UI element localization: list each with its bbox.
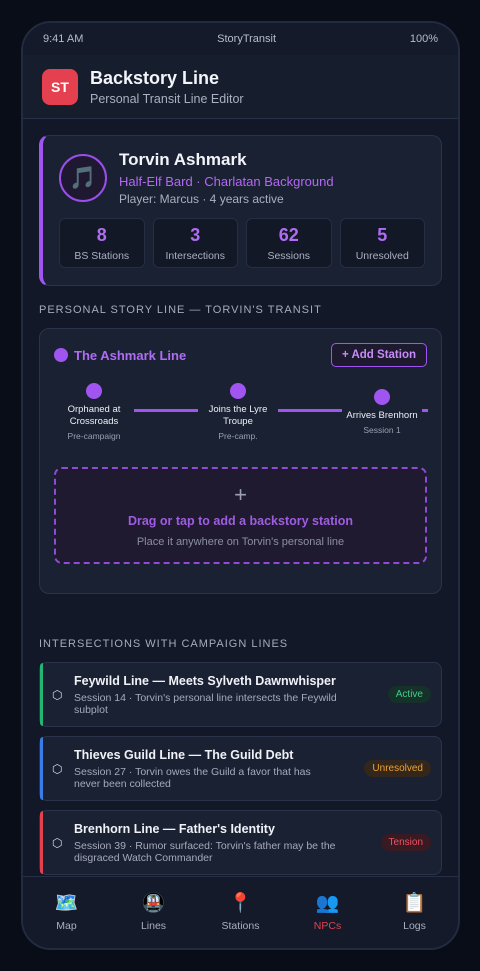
station-name-line2: Troupe — [223, 416, 253, 427]
music-note-icon: 🎵 — [59, 154, 107, 202]
stat-bs-stations: 8 BS Stations — [59, 218, 145, 268]
intersection-item[interactable]: ⬡ Brenhorn Line — Father's Identity Sess… — [39, 810, 442, 875]
character-card[interactable]: 🎵 Torvin Ashmark Half-Elf Bard · Charlat… — [39, 135, 442, 286]
intersection-accent — [40, 737, 43, 800]
stat-value: 62 — [278, 224, 299, 245]
stat-unresolved: 5 Unresolved — [339, 218, 425, 268]
tab-label: Map — [56, 919, 77, 932]
tab-label: Stations — [221, 919, 260, 932]
tab-lines[interactable]: 🚇 Lines — [110, 877, 197, 948]
status-badge: Tension — [380, 834, 431, 851]
character-stats: 8 BS Stations 3 Intersections 62 Session… — [59, 218, 425, 268]
status-app-name: StoryTransit — [217, 33, 277, 45]
hexagon-icon: ⬡ — [52, 761, 63, 776]
station-time: Pre-campaign — [67, 431, 121, 441]
status-bar: 9:41 AM StoryTransit 100% — [23, 23, 458, 55]
intersections-list: ⬡ Feywild Line — Meets Sylveth Dawnwhisp… — [39, 662, 442, 875]
status-battery: 100% — [409, 33, 438, 45]
station-dot-icon — [86, 383, 102, 399]
station-name: Arrives Brenhorn — [346, 410, 418, 421]
stat-value: 5 — [377, 224, 388, 245]
hexagon-icon: ⬡ — [52, 835, 63, 850]
hexagon-icon: ⬡ — [52, 687, 63, 702]
station-stop[interactable]: Arrives Brenhorn Session 1 — [332, 389, 432, 435]
line-title: The Ashmark Line — [54, 348, 186, 363]
stat-value: 3 — [190, 224, 201, 245]
tab-stations[interactable]: 📍 Stations — [197, 877, 284, 948]
clipboard-icon: 📋 — [402, 892, 427, 914]
status-time: 9:41 AM — [43, 33, 84, 45]
page-subtitle: Personal Transit Line Editor — [90, 91, 244, 106]
people-icon: 👥 — [315, 892, 340, 914]
dropzone-title: Drag or tap to add a backstory station — [127, 513, 354, 528]
tab-label: NPCs — [313, 919, 342, 932]
intersection-desc-line2: disgraced Watch Commander — [74, 851, 213, 864]
intersection-desc: Session 27 · Torvin owes the Guild a fav… — [74, 765, 311, 778]
station-name-line2: Crossroads — [69, 416, 119, 427]
section-label-personal-line: PERSONAL STORY LINE — TORVIN'S TRANSIT — [39, 304, 322, 316]
station-name: Orphaned at — [67, 404, 121, 415]
stat-intersections: 3 Intersections — [152, 218, 238, 268]
intersection-title: Thieves Guild Line — The Guild Debt — [74, 747, 294, 762]
character-name: Torvin Ashmark — [119, 150, 247, 169]
status-badge: Unresolved — [364, 760, 431, 777]
station-stop[interactable]: Joins the Lyre Troupe Pre-camp. — [188, 383, 288, 441]
section-label-intersections: INTERSECTIONS WITH CAMPAIGN LINES — [39, 638, 289, 650]
pin-icon: 📍 — [228, 892, 253, 914]
tab-map[interactable]: 🗺️ Map — [23, 877, 110, 948]
intersection-desc-line2: never been collected — [74, 777, 171, 790]
station-time: Session 1 — [363, 425, 401, 435]
intersection-accent — [40, 663, 43, 726]
intersection-title: Feywild Line — Meets Sylveth Dawnwhisper — [74, 673, 336, 688]
map-icon: 🗺️ — [54, 892, 79, 914]
phone-frame: 9:41 AM StoryTransit 100% ST Backstory L… — [21, 21, 460, 950]
tab-label: Lines — [140, 919, 167, 932]
station-dot-icon — [230, 383, 246, 399]
status-badge: Active — [387, 686, 431, 703]
stat-label: Unresolved — [355, 249, 409, 262]
intersection-item[interactable]: ⬡ Thieves Guild Line — The Guild Debt Se… — [39, 736, 442, 801]
intersection-desc: Session 14 · Torvin's personal line inte… — [74, 691, 337, 704]
character-class: Half-Elf Bard · Charlatan Background — [119, 174, 334, 189]
add-station-button[interactable]: + Add Station — [330, 343, 427, 367]
dropzone-hint: Place it anywhere on Torvin's personal l… — [136, 535, 345, 548]
intersection-title: Brenhorn Line — Father's Identity — [74, 821, 275, 836]
intersection-item[interactable]: ⬡ Feywild Line — Meets Sylveth Dawnwhisp… — [39, 662, 442, 727]
stat-label: Sessions — [267, 249, 311, 262]
stat-value: 8 — [96, 224, 107, 245]
intersection-desc-line2: subplot — [74, 703, 108, 716]
main-content: 🎵 Torvin Ashmark Half-Elf Bard · Charlat… — [23, 119, 458, 875]
tab-logs[interactable]: 📋 Logs — [371, 877, 458, 948]
app-logo: ST — [42, 68, 78, 105]
add-station-dropzone[interactable]: + Drag or tap to add a backstory station… — [54, 467, 427, 564]
page-title: Backstory Line — [90, 67, 220, 88]
station-stop[interactable]: Orphaned at Crossroads Pre-campaign — [44, 383, 144, 441]
station-time: Pre-camp. — [218, 431, 258, 441]
plus-icon: + — [234, 481, 247, 507]
character-player: Player: Marcus · 4 years active — [119, 192, 284, 206]
intersection-accent — [40, 811, 43, 874]
tab-npcs[interactable]: 👥 NPCs — [284, 877, 371, 948]
line-title-text: The Ashmark Line — [74, 347, 187, 363]
station-track: Orphaned at Crossroads Pre-campaign Join… — [54, 383, 428, 453]
intersection-desc: Session 39 · Rumor surfaced: Torvin's fa… — [74, 839, 336, 852]
tab-label: Logs — [403, 919, 426, 932]
train-icon: 🚇 — [141, 892, 166, 914]
station-dot-icon — [374, 389, 390, 405]
bottom-tab-bar: 🗺️ Map 🚇 Lines 📍 Stations 👥 NPCs 📋 Logs — [23, 876, 458, 948]
stat-label: Intersections — [165, 249, 226, 262]
stat-label: BS Stations — [74, 249, 130, 262]
personal-line-card: The Ashmark Line + Add Station Orphaned … — [39, 328, 442, 594]
line-color-dot-icon — [54, 348, 68, 362]
stat-sessions: 62 Sessions — [246, 218, 332, 268]
station-name: Joins the Lyre — [208, 404, 268, 415]
app-header: ST Backstory Line Personal Transit Line … — [23, 55, 458, 119]
